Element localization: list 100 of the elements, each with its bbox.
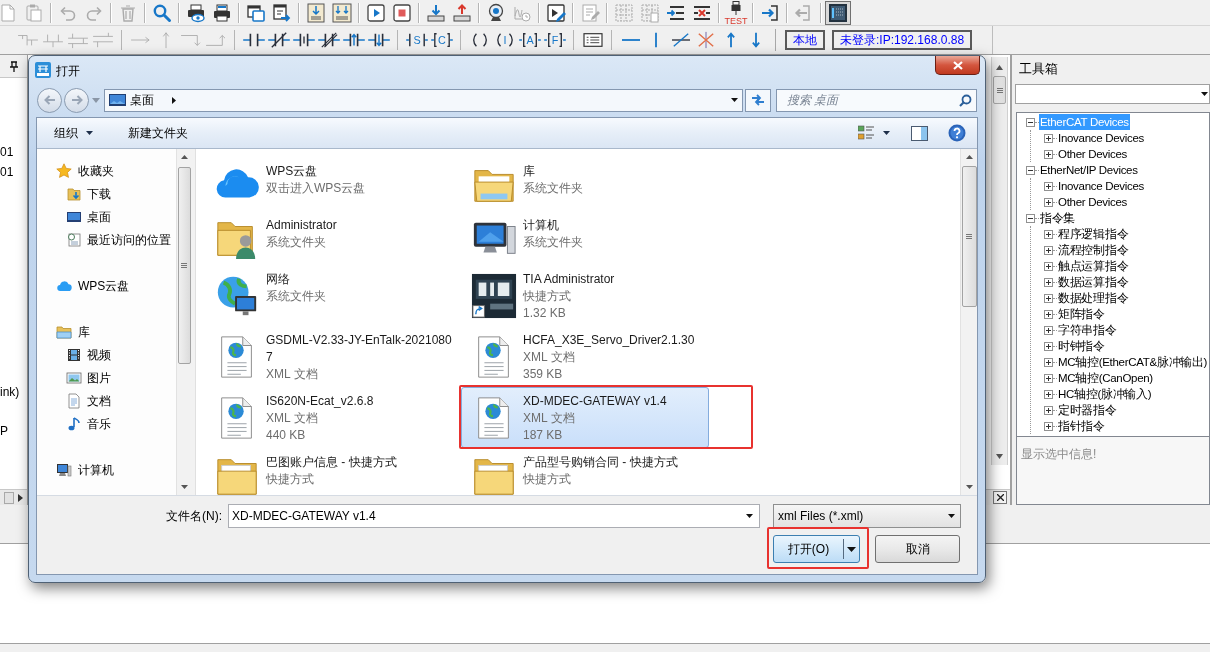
file-name[interactable]: WPS云盘: [266, 163, 452, 180]
tree-item[interactable]: MC轴控(EtherCAT&脉冲输出): [1057, 354, 1209, 370]
tree-item[interactable]: Inovance Devices: [1057, 130, 1145, 146]
download-icon[interactable]: [426, 2, 446, 23]
tree-item[interactable]: 指令集: [1039, 210, 1077, 226]
file-name[interactable]: 计算机: [523, 217, 708, 234]
scrollbar-thumb[interactable]: [4, 491, 14, 504]
search-icon[interactable]: [959, 93, 972, 107]
search-icon[interactable]: [152, 2, 172, 23]
tree-item[interactable]: Other Devices: [1057, 194, 1128, 210]
tree-item[interactable]: 数据运算指令: [1057, 274, 1130, 290]
window-export-icon[interactable]: [272, 2, 292, 23]
toolbar-button[interactable]: 组织: [46, 121, 101, 145]
scrollbar-thumb[interactable]: [993, 76, 1006, 104]
plus-box-icon[interactable]: [1044, 405, 1053, 415]
plus-box-icon[interactable]: [1044, 229, 1053, 239]
scroll-right-icon[interactable]: [18, 493, 23, 502]
rising-edge-icon[interactable]: [342, 31, 365, 49]
plus-box-icon[interactable]: [1044, 133, 1053, 143]
diagonal-line-icon[interactable]: [669, 31, 692, 49]
scrollbar-track[interactable]: [176, 149, 191, 495]
tree-item[interactable]: 流程控制指令: [1057, 242, 1130, 258]
plus-box-icon[interactable]: [1044, 293, 1053, 303]
file-name[interactable]: GSDML-V2.33-JY-EnTalk-20210807: [266, 332, 452, 366]
function-block-button[interactable]: F: [543, 31, 566, 49]
tree-item[interactable]: 时钟指令: [1057, 338, 1106, 354]
compare-block-button[interactable]: C: [430, 31, 453, 49]
minus-box-icon[interactable]: [1026, 213, 1035, 223]
tree-item[interactable]: 数据处理指令: [1057, 290, 1130, 306]
nav-item[interactable]: 收藏夹: [78, 161, 114, 180]
nav-item[interactable]: 桌面: [87, 207, 111, 226]
file-name-field[interactable]: XD-MDEC-GATEWAY v1.4: [228, 504, 760, 528]
search-field[interactable]: 搜索 桌面: [776, 88, 977, 112]
plus-box-icon[interactable]: [1044, 149, 1053, 159]
nav-item[interactable]: 下载: [87, 184, 111, 203]
scroll-up-icon[interactable]: [180, 155, 188, 159]
plus-box-icon[interactable]: [1044, 181, 1053, 191]
tree-item[interactable]: 字符串指令: [1057, 322, 1118, 338]
nav-item[interactable]: 文档: [87, 391, 111, 410]
dropdown-arrow-icon[interactable]: [1201, 92, 1208, 96]
plus-box-icon[interactable]: [1044, 341, 1053, 351]
scrollbar-thumb[interactable]: [961, 166, 977, 307]
breadcrumb-item[interactable]: 桌面: [130, 91, 154, 109]
download-documents-icon[interactable]: [332, 2, 352, 23]
file-type-dropdown[interactable]: xml Files (*.xml): [773, 504, 961, 528]
play-edit-icon[interactable]: [546, 2, 566, 23]
close-button[interactable]: [993, 491, 1007, 504]
coil-button[interactable]: I: [493, 31, 516, 49]
connection-button[interactable]: 本地: [785, 30, 825, 50]
plus-box-icon[interactable]: [1044, 389, 1053, 399]
file-name[interactable]: 巴图账户信息 - 快捷方式: [266, 454, 452, 471]
tree-item[interactable]: MC轴控(CanOpen): [1057, 370, 1154, 386]
tree-item[interactable]: Other Devices: [1057, 146, 1128, 162]
dialog-button[interactable]: 取消: [875, 535, 960, 563]
selected-file-item[interactable]: XD-MDEC-GATEWAY v1.4 XML 文档 187 KB: [461, 387, 709, 448]
printer-icon[interactable]: [212, 2, 232, 23]
address-bar[interactable]: 桌面: [104, 88, 743, 112]
plus-box-icon[interactable]: [1044, 325, 1053, 335]
plus-box-icon[interactable]: [1044, 421, 1053, 431]
tree-item[interactable]: EtherNet/IP Devices: [1039, 162, 1139, 178]
caret-icon[interactable]: [883, 131, 890, 135]
function-block-button[interactable]: A: [518, 31, 541, 49]
file-name[interactable]: HCFA_X3E_Servo_Driver2.1.30: [523, 332, 708, 349]
tree-item[interactable]: 指针指令: [1057, 418, 1106, 434]
scroll-down-icon[interactable]: [996, 454, 1003, 459]
negated-contact-icon[interactable]: [267, 31, 290, 49]
plus-box-icon[interactable]: [1044, 309, 1053, 319]
slashed-contact-icon[interactable]: [317, 31, 340, 49]
nav-item[interactable]: 音乐: [87, 414, 111, 433]
tree-item[interactable]: 触点运算指令: [1057, 258, 1130, 274]
plus-box-icon[interactable]: [1044, 261, 1053, 271]
table-icon[interactable]: [581, 31, 604, 49]
windows-icon[interactable]: [246, 2, 266, 23]
scrollbar-track[interactable]: [991, 57, 1008, 465]
contact-icon[interactable]: [242, 31, 265, 49]
help-icon[interactable]: [948, 124, 966, 142]
nav-item[interactable]: WPS云盘: [78, 276, 130, 295]
file-name[interactable]: Administrator: [266, 217, 452, 234]
tree-item[interactable]: 定时器指令: [1057, 402, 1118, 418]
plus-box-icon[interactable]: [1044, 197, 1053, 207]
upload-icon[interactable]: [452, 2, 472, 23]
minus-box-icon[interactable]: [1026, 165, 1035, 175]
nav-item[interactable]: 计算机: [78, 460, 114, 479]
minus-box-icon[interactable]: [1026, 117, 1035, 127]
preview-pane-icon[interactable]: [911, 125, 928, 141]
file-name[interactable]: 产品型号购销合同 - 快捷方式: [523, 454, 708, 471]
close-button[interactable]: [935, 56, 980, 75]
scroll-up-icon[interactable]: [996, 65, 1003, 70]
file-name[interactable]: XD-MDEC-GATEWAY v1.4: [523, 393, 708, 410]
dropdown-field[interactable]: [1015, 84, 1210, 104]
refresh-button[interactable]: [745, 88, 771, 112]
nav-item[interactable]: 图片: [87, 368, 111, 387]
scrollbar-track[interactable]: [960, 149, 977, 495]
file-name[interactable]: TIA Administrator: [523, 271, 708, 288]
scroll-up-icon[interactable]: [965, 155, 973, 159]
pin-icon[interactable]: [10, 60, 18, 72]
connection-button[interactable]: 未登录:IP:192.168.0.88: [832, 30, 973, 50]
play-icon[interactable]: [366, 2, 386, 23]
tree-item[interactable]: HC轴控(脉冲输入): [1057, 386, 1153, 402]
plus-box-icon[interactable]: [1044, 245, 1053, 255]
